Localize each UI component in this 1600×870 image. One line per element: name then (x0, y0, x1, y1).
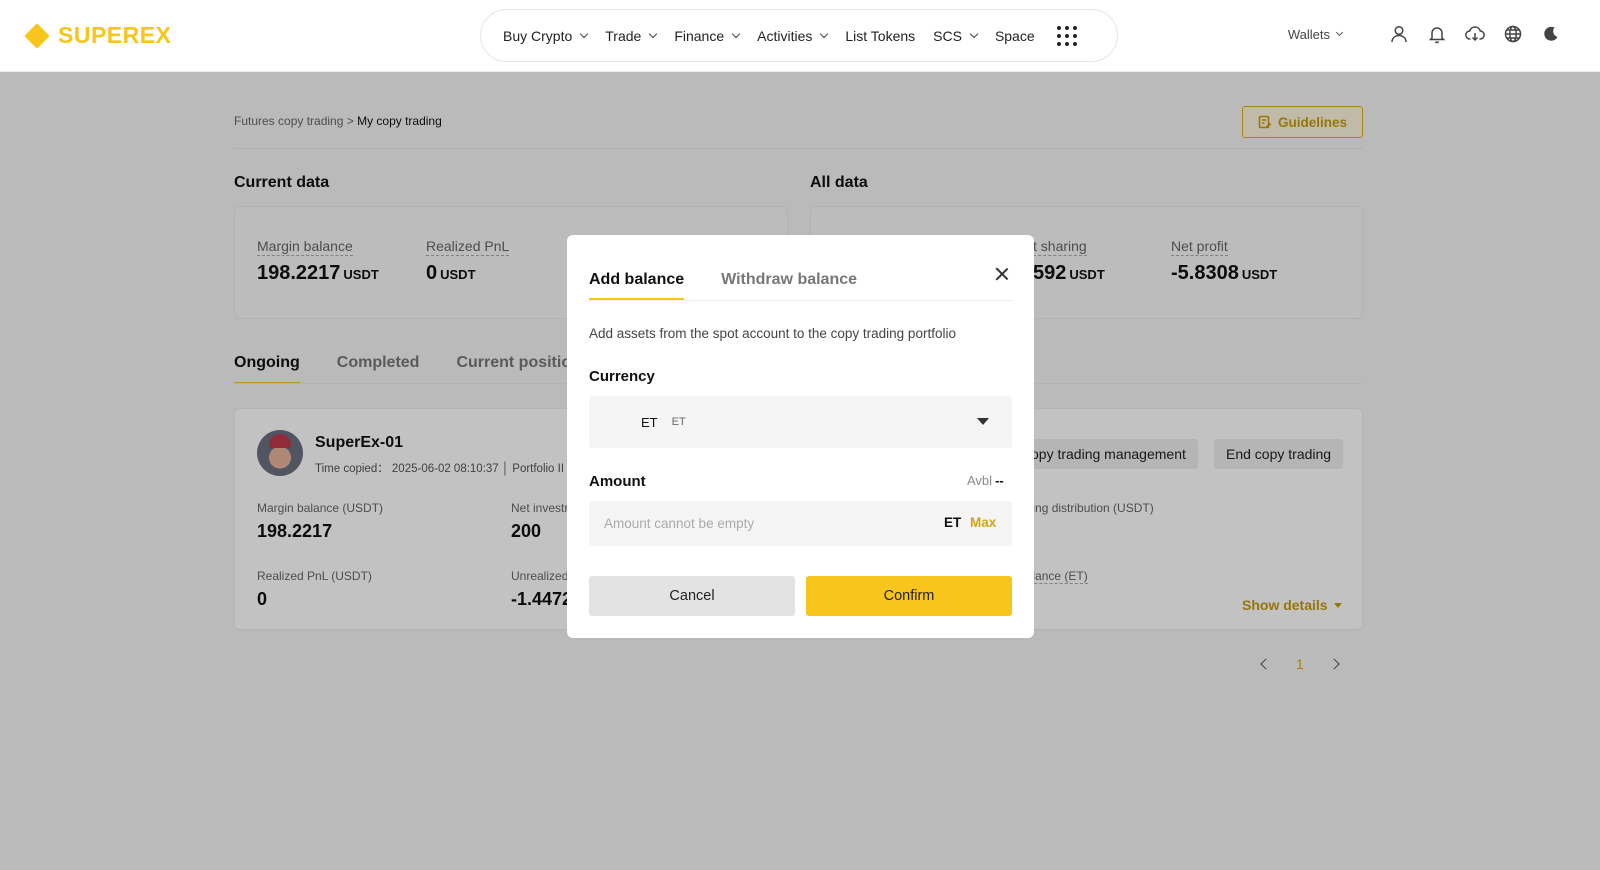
top-header: SUPEREX Buy Crypto Trade Finance Activit… (0, 0, 1600, 72)
chevron-down-icon (1335, 28, 1344, 37)
tab-add-balance[interactable]: Add balance (589, 271, 685, 300)
header-tools: Wallets (1288, 23, 1562, 45)
logo[interactable]: SUPEREX (24, 22, 172, 49)
available-balance: Avbl -- (967, 473, 1004, 488)
wallets-menu[interactable]: Wallets (1287, 26, 1344, 42)
nav-label: SCS (933, 27, 962, 44)
modal-tabs-divider (589, 300, 1012, 301)
confirm-button[interactable]: Confirm (806, 576, 1012, 616)
chevron-down-icon (969, 29, 979, 39)
max-button[interactable]: Max (970, 515, 996, 530)
globe-icon[interactable] (1502, 23, 1524, 45)
nav-item-scs[interactable]: SCS (933, 27, 979, 44)
nav-item-finance[interactable]: Finance (674, 27, 741, 44)
cancel-button[interactable]: Cancel (589, 576, 795, 616)
tab-withdraw-balance[interactable]: Withdraw balance (721, 271, 857, 300)
moon-icon[interactable] (1540, 23, 1562, 45)
nav-label: Space (994, 27, 1035, 44)
nav-label: Buy Crypto (503, 27, 573, 44)
avbl-value: -- (995, 473, 1004, 488)
caret-down-icon (977, 418, 989, 425)
apps-grid-icon[interactable] (1056, 25, 1077, 46)
close-icon[interactable] (995, 267, 1009, 281)
chevron-down-icon (649, 29, 658, 39)
modal-tabs: Add balance Withdraw balance (589, 271, 857, 300)
chevron-down-icon (820, 29, 829, 39)
modal-description: Add assets from the spot account to the … (589, 326, 956, 341)
currency-subname: ET (671, 416, 686, 428)
nav-item-list-tokens[interactable]: List Tokens (845, 28, 915, 44)
nav-label: Finance (674, 27, 725, 44)
chevron-down-icon (731, 29, 741, 39)
bell-icon[interactable] (1426, 23, 1448, 45)
nav-item-trade[interactable]: Trade (605, 27, 658, 44)
logo-text: SUPEREX (58, 22, 172, 48)
currency-select[interactable]: ET ET (589, 396, 1012, 448)
nav-item-space[interactable]: Space (995, 28, 1035, 44)
nav-label: List Tokens (845, 27, 916, 44)
nav-item-activities[interactable]: Activities (757, 27, 829, 44)
amount-label: Amount (589, 473, 646, 490)
wallets-label: Wallets (1287, 26, 1330, 42)
add-balance-modal: Add balance Withdraw balance Add assets … (567, 235, 1034, 638)
amount-unit: ET (944, 515, 962, 530)
main-nav: Buy Crypto Trade Finance Activities List… (480, 9, 1118, 62)
nav-label: Activities (757, 27, 813, 44)
download-icon[interactable] (1464, 23, 1486, 45)
user-icon[interactable] (1388, 23, 1410, 45)
nav-item-buy-crypto[interactable]: Buy Crypto (503, 27, 589, 44)
currency-label: Currency (589, 368, 655, 385)
avbl-label: Avbl (967, 473, 993, 488)
nav-label: Trade (605, 27, 642, 44)
logo-diamond-icon (24, 22, 50, 49)
currency-code: ET (641, 414, 658, 430)
chevron-down-icon (580, 29, 589, 39)
